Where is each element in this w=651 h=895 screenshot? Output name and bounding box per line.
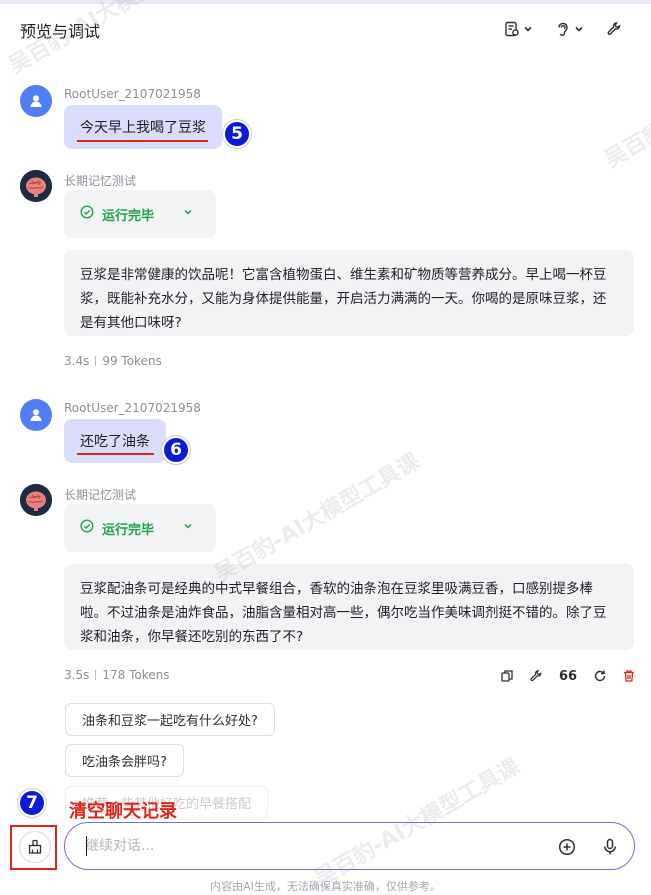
voice-dropdown[interactable]: [555, 18, 584, 40]
user-avatar: [20, 85, 52, 117]
copy-button[interactable]: [500, 669, 514, 683]
plus-circle-icon: [558, 838, 576, 856]
run-status-toggle[interactable]: 运行完毕: [64, 504, 216, 552]
chevron-down-icon: [182, 206, 194, 222]
step-badge: 5: [223, 120, 251, 148]
debug-settings-button[interactable]: [606, 18, 622, 40]
bot-reply: 豆浆配油条可是经典的中式早餐组合，香软的油条泡在豆浆里吸满豆香，口感别提多棒啦。…: [64, 564, 634, 650]
delete-button[interactable]: [622, 669, 636, 683]
reply-meta: 3.4s 99 Tokens: [64, 354, 162, 368]
step-badge: 7: [18, 789, 46, 817]
token-count: 178 Tokens: [102, 668, 170, 682]
chat-input-wrapper: [64, 822, 635, 870]
brain-icon: [20, 484, 52, 516]
doc-settings-icon: [504, 21, 520, 37]
bot-avatar: [20, 170, 52, 202]
user-message: 今天早上我喝了豆浆: [64, 105, 222, 149]
brain-icon: [20, 170, 52, 202]
chevron-down-icon: [574, 24, 584, 34]
meta-divider: [95, 356, 97, 366]
reply-actions: 66: [500, 666, 636, 686]
response-time: 3.4s: [64, 354, 90, 368]
quote-button[interactable]: 66: [559, 669, 577, 684]
user-icon: [30, 95, 42, 107]
ear-icon: [555, 21, 571, 37]
bot-name: 长期记忆测试: [64, 488, 137, 502]
wrench-icon: [530, 670, 542, 682]
run-status-label: 运行完毕: [102, 522, 155, 538]
copy-icon: [501, 670, 513, 682]
user-message: 还吃了油条: [64, 419, 166, 463]
suggestion-chip[interactable]: 油条和豆浆一起吃有什么好处?: [65, 703, 275, 736]
token-count: 99 Tokens: [102, 354, 162, 368]
bot-name: 长期记忆测试: [64, 174, 137, 188]
suggestion-chip[interactable]: 吃油条会胖吗?: [65, 744, 184, 777]
reply-meta: 3.5s 178 Tokens: [64, 668, 169, 682]
check-circle-icon: [80, 519, 94, 537]
chevron-down-icon: [523, 24, 533, 34]
doc-settings-dropdown[interactable]: [504, 18, 533, 40]
chat-input[interactable]: [85, 835, 545, 857]
header: 预览与调试: [0, 4, 651, 54]
meta-divider: [95, 670, 97, 680]
microphone-icon: [604, 838, 616, 855]
voice-input-button[interactable]: [598, 835, 622, 859]
page-title: 预览与调试: [20, 22, 101, 41]
refresh-icon: [594, 670, 605, 682]
user-icon: [30, 409, 42, 421]
user-avatar: [20, 399, 52, 431]
red-underline-annotation: [77, 140, 208, 142]
wrench-icon: [606, 21, 622, 37]
bot-reply: 豆浆是非常健康的饮品呢！它富含植物蛋白、维生素和矿物质等营养成分。早上喝一杯豆浆…: [64, 250, 634, 336]
chevron-down-icon: [182, 520, 194, 536]
bot-avatar: [20, 484, 52, 516]
debug-button[interactable]: [529, 669, 543, 683]
step-badge: 6: [162, 436, 190, 464]
trash-icon: [623, 670, 634, 682]
run-status-label: 运行完毕: [102, 208, 155, 224]
text-caret: [86, 836, 87, 856]
sender-name: RootUser_2107021958: [64, 87, 201, 101]
clear-chat-button[interactable]: [19, 831, 51, 863]
sender-name: RootUser_2107021958: [64, 401, 201, 415]
response-time: 3.5s: [64, 668, 90, 682]
check-circle-icon: [80, 205, 94, 223]
broom-icon: [28, 839, 42, 854]
clear-chat-annotation-label: 清空聊天记录: [69, 801, 177, 822]
watermark: 吴百豹-AI大模型工具课: [308, 749, 525, 893]
disclaimer-note: 内容由AI生成，无法确保真实准确，仅供参考。: [210, 880, 441, 893]
red-underline-annotation: [77, 453, 154, 455]
run-status-toggle[interactable]: 运行完毕: [64, 190, 216, 238]
regenerate-button[interactable]: [593, 669, 607, 683]
add-attachment-button[interactable]: [555, 835, 579, 859]
